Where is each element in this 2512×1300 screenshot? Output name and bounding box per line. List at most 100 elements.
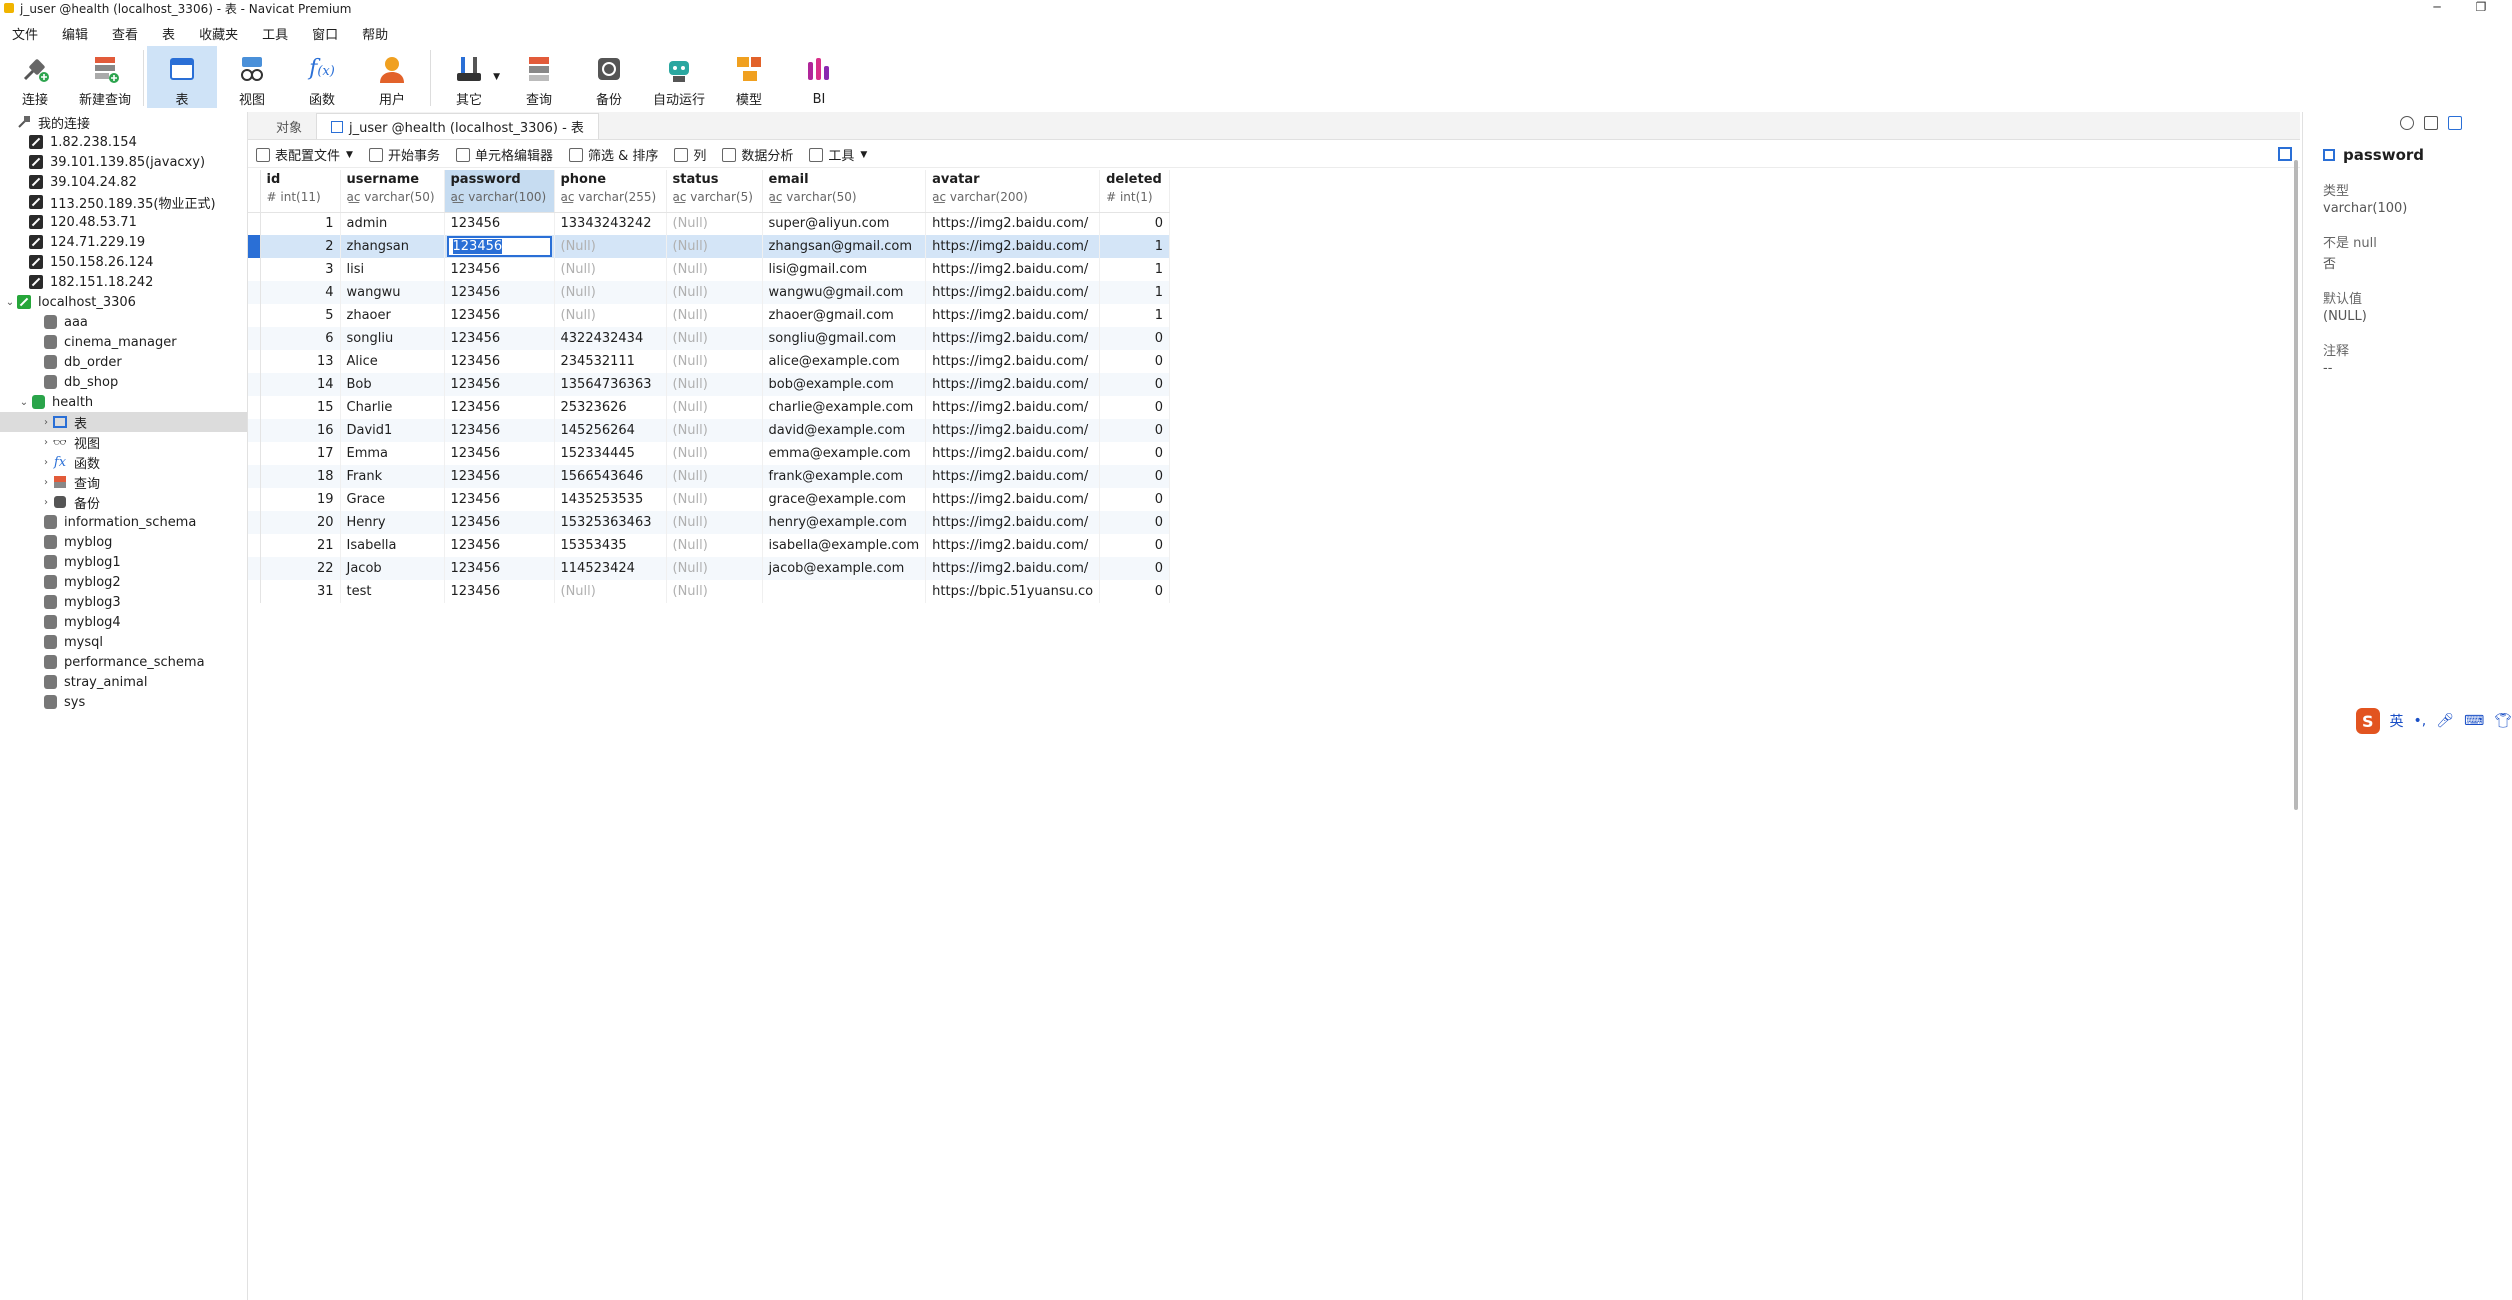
tree-database[interactable]: myblog4 [0, 612, 247, 632]
tree-health-child[interactable]: › fx 函数 [0, 452, 247, 472]
cell-email[interactable] [762, 580, 927, 603]
tree-health-child[interactable]: › 👓︎ 视图 [0, 432, 247, 452]
cell-email[interactable]: jacob@example.com [762, 557, 927, 580]
microphone-icon[interactable]: 🎤︎ [2436, 713, 2454, 729]
cell-id[interactable]: 4 [260, 281, 341, 304]
table-row[interactable]: 13 Alice 123456 234532111 (Null) alice@exampl… [248, 350, 1171, 373]
cell-phone[interactable]: (Null) [554, 580, 667, 603]
tree-connection[interactable]: 39.101.139.85(javacxy) [0, 152, 247, 172]
cell-status[interactable]: (Null) [666, 580, 763, 603]
tree-database[interactable]: myblog2 [0, 572, 247, 592]
tree-connection[interactable]: 120.48.53.71 [0, 212, 247, 232]
cell-id[interactable]: 2 [260, 235, 341, 258]
tree-database[interactable]: myblog [0, 532, 247, 552]
table-row[interactable]: 4 wangwu 123456 (Null) (Null) wangwu@gmail.co… [248, 281, 1171, 304]
menu-item-1[interactable]: 编辑 [50, 24, 100, 43]
column-header-id[interactable]: id # int(11) [260, 170, 341, 213]
cell-username[interactable]: zhangsan [340, 235, 445, 258]
cell-email[interactable]: henry@example.com [762, 511, 927, 534]
table-row[interactable]: 14 Bob 123456 13564736363 (Null) bob@example.… [248, 373, 1171, 396]
row-marker[interactable] [248, 304, 261, 327]
cell-password[interactable]: 123456 [444, 465, 555, 488]
row-marker[interactable] [248, 281, 261, 304]
cell-avatar[interactable]: https://img2.baidu.com/ [925, 350, 1101, 373]
tree-database[interactable]: performance_schema [0, 652, 247, 672]
row-marker[interactable] [248, 373, 261, 396]
cell-phone[interactable]: 15325363463 [554, 511, 667, 534]
cell-status[interactable]: (Null) [666, 419, 763, 442]
row-marker[interactable] [248, 235, 261, 258]
cell-username[interactable]: Charlie [340, 396, 445, 419]
cell-password[interactable]: 123456 [444, 235, 555, 258]
column-header-avatar[interactable]: avatar a͟c varchar(200) [925, 170, 1101, 213]
cell-id[interactable]: 20 [260, 511, 341, 534]
chevron-down-icon[interactable]: ⌄ [4, 297, 16, 308]
column-header-status[interactable]: status a͟c varchar(5) [666, 170, 763, 213]
cell-username[interactable]: David1 [340, 419, 445, 442]
cell-avatar[interactable]: https://img2.baidu.com/ [925, 396, 1101, 419]
cell-id[interactable]: 18 [260, 465, 341, 488]
cell-email[interactable]: frank@example.com [762, 465, 927, 488]
cell-deleted[interactable]: 1 [1099, 235, 1171, 258]
cell-deleted[interactable]: 0 [1099, 327, 1171, 350]
toolbar-view-button[interactable]: 视图 [217, 46, 287, 108]
cell-status[interactable]: (Null) [666, 534, 763, 557]
table-row[interactable]: 20 Henry 123456 15325363463 (Null) henry@exam… [248, 511, 1171, 534]
tab-objects[interactable]: 对象 [262, 113, 316, 139]
cell-username[interactable]: Emma [340, 442, 445, 465]
cell-status[interactable]: (Null) [666, 442, 763, 465]
column-header-email[interactable]: email a͟c varchar(50) [762, 170, 927, 213]
cell-id[interactable]: 13 [260, 350, 341, 373]
table-row[interactable]: 31 test 123456 (Null) (Null) https://bpic.51y… [248, 580, 1171, 603]
cell-avatar[interactable]: https://img2.baidu.com/ [925, 419, 1101, 442]
cell-email[interactable]: zhaoer@gmail.com [762, 304, 927, 327]
tree-connection[interactable]: 182.151.18.242 [0, 272, 247, 292]
cell-phone[interactable]: 1435253535 [554, 488, 667, 511]
cell-id[interactable]: 14 [260, 373, 341, 396]
tree-connection[interactable]: 39.104.24.82 [0, 172, 247, 192]
cell-id[interactable]: 17 [260, 442, 341, 465]
cell-password[interactable]: 123456 [444, 396, 555, 419]
cell-status[interactable]: (Null) [666, 304, 763, 327]
cell-avatar[interactable]: https://img2.baidu.com/ [925, 373, 1101, 396]
cell-email[interactable]: isabella@example.com [762, 534, 927, 557]
row-marker[interactable] [248, 488, 261, 511]
cell-password[interactable]: 123456 [444, 488, 555, 511]
cell-id[interactable]: 1 [260, 212, 341, 235]
cell-phone[interactable]: 4322432434 [554, 327, 667, 350]
cell-deleted[interactable]: 0 [1099, 534, 1171, 557]
cell-deleted[interactable]: 0 [1099, 557, 1171, 580]
cell-password[interactable]: 123456 [444, 258, 555, 281]
cell-username[interactable]: Jacob [340, 557, 445, 580]
cell-email[interactable]: david@example.com [762, 419, 927, 442]
cell-id[interactable]: 15 [260, 396, 341, 419]
cell-avatar[interactable]: https://img2.baidu.com/ [925, 235, 1101, 258]
cell-avatar[interactable]: https://img2.baidu.com/ [925, 442, 1101, 465]
tools-menu-button[interactable]: 工具 ▼ [801, 144, 875, 166]
cell-id[interactable]: 31 [260, 580, 341, 603]
cell-avatar[interactable]: https://img2.baidu.com/ [925, 281, 1101, 304]
cell-avatar[interactable]: https://img2.baidu.com/ [925, 488, 1101, 511]
cell-phone[interactable]: 145256264 [554, 419, 667, 442]
menu-item-7[interactable]: 帮助 [350, 24, 400, 43]
toolbar-automation-button[interactable]: 自动运行 [644, 46, 714, 108]
cell-password[interactable]: 123456 [444, 373, 555, 396]
cell-status[interactable]: (Null) [666, 373, 763, 396]
cell-avatar[interactable]: https://img2.baidu.com/ [925, 212, 1101, 235]
cell-phone[interactable]: 15353435 [554, 534, 667, 557]
table-row[interactable]: 16 David1 123456 145256264 (Null) david@examp… [248, 419, 1171, 442]
row-marker[interactable] [248, 580, 261, 603]
cell-id[interactable]: 22 [260, 557, 341, 580]
cell-deleted[interactable]: 0 [1099, 442, 1171, 465]
table-profile-button[interactable]: 表配置文件 ▼ [248, 144, 361, 166]
tree-database[interactable]: stray_animal [0, 672, 247, 692]
chevron-right-icon[interactable]: › [40, 497, 52, 508]
cell-username[interactable]: Grace [340, 488, 445, 511]
menu-item-0[interactable]: 文件 [0, 24, 50, 43]
cell-status[interactable]: (Null) [666, 235, 763, 258]
cell-deleted[interactable]: 1 [1099, 258, 1171, 281]
cell-password[interactable]: 123456 [444, 212, 555, 235]
table-row[interactable]: 15 Charlie 123456 25323626 (Null) charlie@exa… [248, 396, 1171, 419]
tree-database[interactable]: db_order [0, 352, 247, 372]
minimize-icon[interactable]: ─ [2422, 0, 2452, 14]
